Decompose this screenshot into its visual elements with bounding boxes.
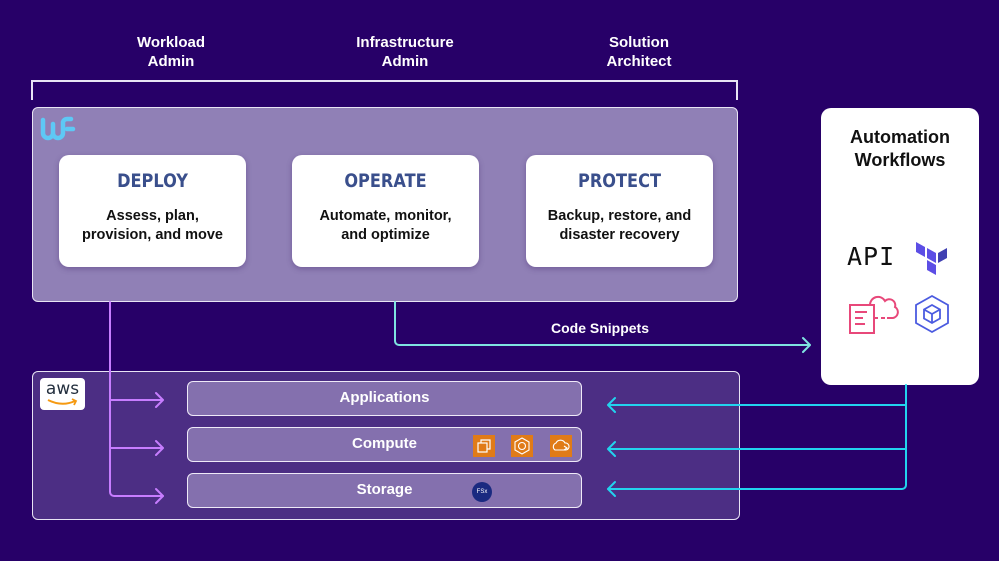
title-line: Automation [850, 127, 950, 147]
role-line1: Solution [609, 34, 669, 51]
layer-applications[interactable]: Applications [187, 381, 582, 416]
title-line: Workflows [854, 150, 946, 170]
aws-logo-text: aws [45, 379, 80, 399]
ec2-icon [473, 435, 495, 457]
protect-card[interactable]: PROTECT Backup, restore, and disaster re… [526, 155, 713, 267]
wf-logo-icon [40, 116, 76, 141]
card-description: Assess, plan, provision, and move [59, 207, 246, 245]
deploy-card[interactable]: DEPLOY Assess, plan, provision, and move [59, 155, 246, 267]
desc-line: and optimize [341, 227, 430, 243]
role-infrastructure-admin: Infrastructure Admin [325, 33, 485, 71]
role-line2: Admin [147, 53, 195, 70]
aws-logo-icon: aws [40, 378, 85, 410]
role-line2: Architect [606, 53, 672, 70]
code-snippets-label: Code Snippets [550, 320, 649, 336]
terraform-icon [916, 242, 947, 275]
cloudformation-icon [849, 295, 899, 334]
roles-bracket [31, 80, 738, 100]
ecs-icon [550, 435, 572, 457]
role-solution-architect: Solution Architect [559, 33, 719, 71]
role-line1: Workload [136, 34, 206, 51]
api-icon: API [847, 242, 896, 271]
layer-label: Applications [339, 389, 430, 406]
desc-line: Assess, plan, [106, 208, 199, 224]
desc-line: Backup, restore, and [547, 208, 692, 224]
desc-line: disaster recovery [559, 227, 680, 243]
card-title: OPERATE [344, 170, 427, 192]
role-line1: Infrastructure [356, 34, 454, 51]
cdk-icon [915, 294, 949, 334]
desc-line: provision, and move [82, 227, 223, 243]
fsx-ontap-icon: FSx [472, 482, 492, 502]
card-title: PROTECT [578, 170, 661, 192]
card-title: DEPLOY [117, 170, 188, 192]
operate-card[interactable]: OPERATE Automate, monitor, and optimize [292, 155, 479, 267]
automation-workflows-panel: Automation Workflows API [821, 108, 979, 385]
card-description: Backup, restore, and disaster recovery [526, 207, 713, 245]
layer-label: Compute [352, 435, 417, 452]
layer-label: Storage [356, 481, 413, 498]
eks-icon [511, 435, 533, 457]
desc-line: Automate, monitor, [319, 208, 452, 224]
layer-storage[interactable]: Storage [187, 473, 582, 508]
role-line2: Admin [381, 53, 429, 70]
card-description: Automate, monitor, and optimize [292, 207, 479, 245]
role-workload-admin: Workload Admin [91, 33, 251, 71]
automation-workflows-title: Automation Workflows [821, 126, 979, 172]
fsx-label: FSx [476, 489, 488, 495]
